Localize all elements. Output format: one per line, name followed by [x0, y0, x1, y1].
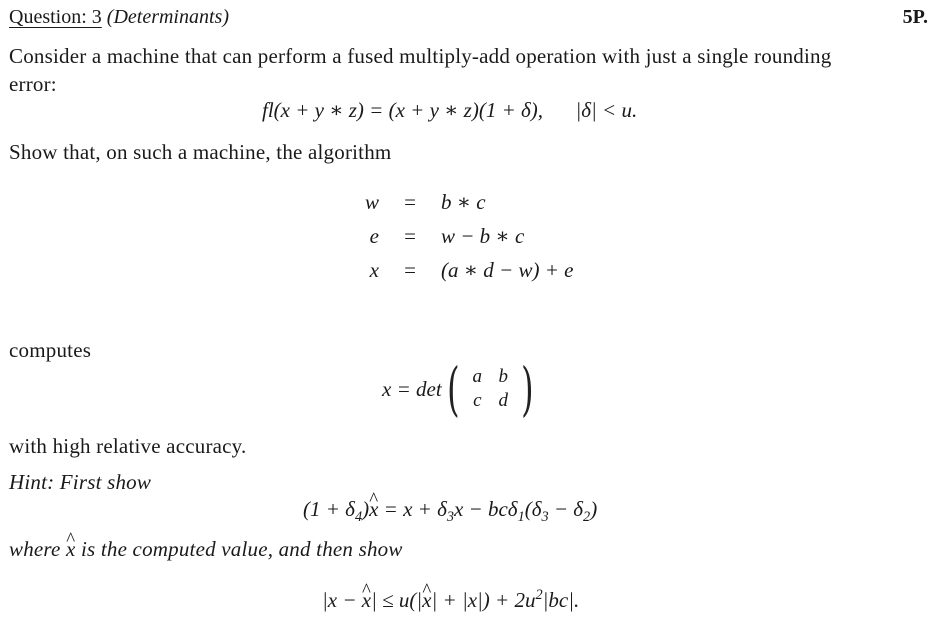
final-inequality: |x − ^ x| ≤ u(| ^ x| + |x|) + 2u2|bc|.	[322, 581, 580, 613]
matrix-cell: b	[498, 366, 509, 387]
intro-line-2: error:	[9, 72, 57, 96]
matrix-cell: c	[473, 390, 482, 411]
hint-eq-part: x − bcδ	[453, 497, 518, 521]
x-hat-symbol: ^ x	[369, 490, 378, 522]
intro-line-1: Consider a machine that can perform a fu…	[9, 44, 832, 68]
hat-accent-icon: ^	[361, 580, 371, 601]
x-hat-symbol: ^ x	[422, 581, 431, 613]
hint-eq-subscript: 4	[354, 509, 363, 526]
algorithm-rhs: w − b ∗ c	[441, 223, 525, 248]
computes-label: computes	[9, 338, 92, 362]
hint-eq-subscript: 3	[541, 509, 549, 526]
hint-label: Hint: First show	[9, 470, 152, 494]
matrix-grid: a b c d	[464, 365, 516, 413]
algorithm-block: w = b ∗ c e = w − b ∗ c x = (a ∗ d − w) …	[355, 185, 573, 287]
inequality-superscript: 2	[535, 587, 543, 603]
algorithm-rel: =	[404, 257, 416, 282]
algorithm-rel: =	[404, 189, 416, 214]
matrix: ( a b c d )	[442, 360, 539, 418]
algorithm-rhs: (a ∗ d − w) + e	[441, 257, 574, 282]
algorithm-lhs: e	[369, 223, 379, 248]
question-header: Question: 3 (Determinants)	[9, 6, 229, 29]
algorithm-rel: =	[404, 223, 416, 248]
hint-eq-part: )	[590, 497, 598, 521]
inequality-part: | + |x|) + 2u	[431, 588, 536, 612]
fma-equation-condition: |δ| < u.	[575, 98, 638, 122]
fma-equation-lhs: fl(x + y ∗ z) = (x + y ∗ z)(1 + δ),	[262, 98, 543, 122]
x-hat-symbol: ^ x	[66, 530, 76, 562]
algorithm-rhs: b ∗ c	[441, 189, 486, 214]
accuracy-text: with high relative accuracy.	[9, 434, 247, 458]
algorithm-row: x = (a ∗ d − w) + e	[355, 253, 574, 287]
hint-eq-part: = x + δ	[378, 497, 447, 521]
determinant-lhs: x = det	[382, 376, 442, 401]
hat-accent-icon: ^	[369, 489, 379, 510]
fma-equation: fl(x + y ∗ z) = (x + y ∗ z)(1 + δ), |δ| …	[262, 98, 637, 123]
where-text-part: is the computed value, and then show	[75, 537, 403, 561]
hat-accent-icon: ^	[66, 529, 76, 550]
matrix-cell: d	[498, 390, 509, 411]
question-number: Question: 3	[9, 6, 102, 28]
algorithm-lhs: w	[364, 189, 379, 214]
hint-equation: (1 + δ4) ^ x = x + δ3x − bcδ1(δ3 − δ2)	[303, 490, 598, 526]
algorithm-row: w = b ∗ c	[355, 185, 573, 219]
inequality-part: | ≤ u(|	[371, 588, 423, 612]
hint-eq-part: (1 + δ	[303, 497, 355, 521]
left-paren-icon: (	[446, 355, 460, 423]
matrix-cell: a	[472, 366, 483, 387]
inequality-part: |x −	[322, 588, 362, 612]
where-text: where ^ x is the computed value, and then…	[9, 530, 403, 562]
hat-accent-icon: ^	[422, 580, 432, 601]
points-label: 5P.	[902, 6, 928, 28]
hint-eq-subscript: 3	[446, 509, 454, 526]
determinant-equation: x = det ( a b c d )	[382, 360, 539, 418]
hint-eq-part: (δ	[524, 497, 542, 521]
inequality-part: |bc|.	[542, 588, 580, 612]
algorithm-intro: Show that, on such a machine, the algori…	[9, 140, 392, 164]
hint-eq-part: − δ	[548, 497, 584, 521]
algorithm-row: e = w − b ∗ c	[355, 219, 573, 253]
algorithm-lhs: x	[369, 257, 379, 282]
hint-eq-subscript: 1	[517, 509, 525, 526]
where-text-part: where	[9, 537, 66, 561]
algorithm-table: w = b ∗ c e = w − b ∗ c x = (a ∗ d − w) …	[355, 185, 573, 287]
right-paren-icon: )	[521, 355, 534, 423]
question-topic: (Determinants)	[106, 6, 229, 28]
x-hat-symbol: ^ x	[362, 581, 371, 613]
